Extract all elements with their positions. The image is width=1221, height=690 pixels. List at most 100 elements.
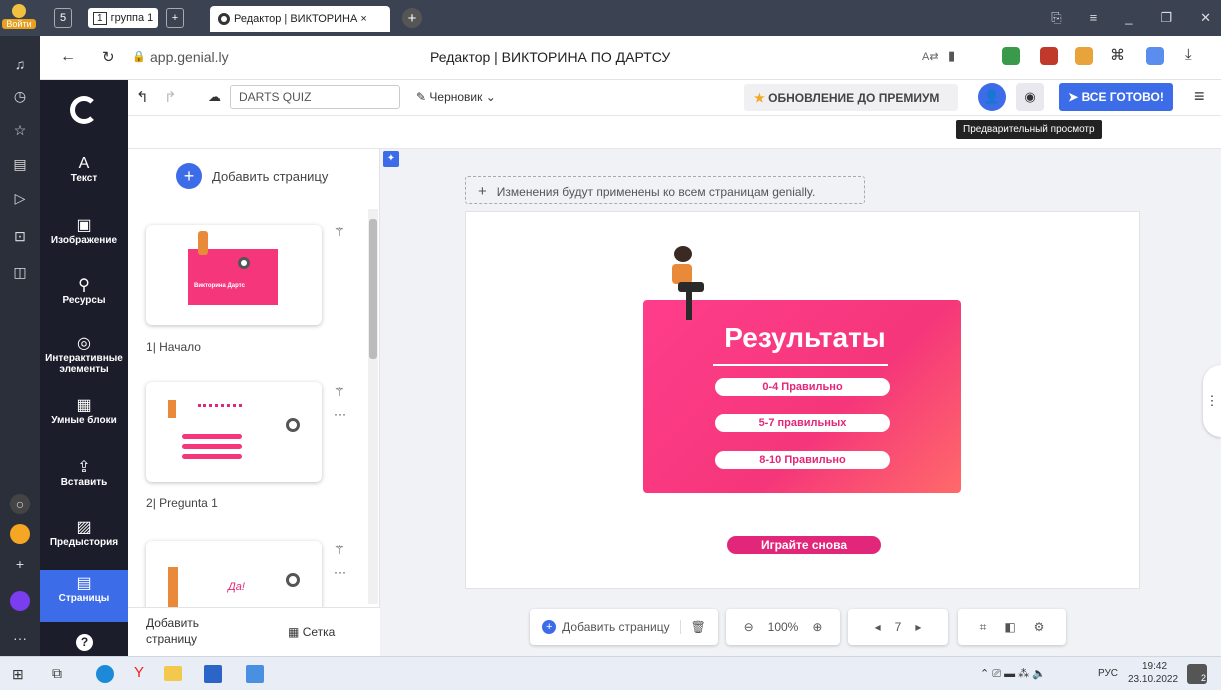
premium-button[interactable]: ★ ОБНОВЛЕНИЕ ДО ПРЕМИУМ <box>744 84 958 111</box>
windows-start-icon[interactable]: ⊞ <box>12 666 24 683</box>
draft-status-dropdown[interactable]: ✎ Черновик ⌄ <box>416 90 496 104</box>
nav-item-smart-blocks[interactable]: ▦ Умные блоки <box>40 398 128 427</box>
nav-item-interactive[interactable]: ◎ Интерактивные элементы <box>40 336 128 376</box>
global-changes-notice[interactable]: + Изменения будут применены ко всем стран… <box>465 176 865 204</box>
nav-item-text[interactable]: A Текст <box>40 156 128 185</box>
magic-wand-icon[interactable]: ⚚ <box>334 225 345 239</box>
side-panel-handle[interactable]: ⋮ <box>1203 365 1221 437</box>
task-view-icon[interactable]: ⧉ <box>52 665 62 682</box>
extension-1-icon[interactable] <box>1002 47 1020 65</box>
grid-view-button[interactable]: ▦ Сетка <box>288 625 335 639</box>
trash-icon[interactable]: 🗑 <box>679 620 706 634</box>
bookmark-icon[interactable]: ▮ <box>948 48 955 64</box>
minimize-icon[interactable]: _ <box>1125 10 1132 26</box>
add-collaborator-button[interactable]: 👤 <box>978 83 1006 111</box>
star-icon[interactable]: ☆ <box>10 120 30 140</box>
bottom-add-page-button[interactable]: Добавить страницу <box>146 615 226 647</box>
yandex-browser-icon[interactable]: Y <box>134 664 144 681</box>
person-character-icon[interactable] <box>664 246 710 326</box>
page-options-icon[interactable]: ··· <box>334 565 346 579</box>
results-title[interactable]: Результаты <box>700 322 910 354</box>
magic-wand-icon[interactable]: ⚚ <box>334 385 345 399</box>
extension-3-icon[interactable] <box>1075 47 1093 65</box>
file-explorer-icon[interactable] <box>164 666 182 681</box>
tab-manager-icon[interactable]: 5 <box>54 8 72 28</box>
pages-scrollbar[interactable] <box>368 209 378 604</box>
plus-circle-icon: + <box>176 163 202 189</box>
nav-item-resources[interactable]: ⚲ Ресурсы <box>40 278 128 307</box>
screenshot-icon[interactable]: ◫ <box>10 262 30 282</box>
page-thumbnail-1[interactable]: Викторина Дартс <box>146 225 322 325</box>
project-name-input[interactable]: DARTS QUIZ <box>230 85 400 109</box>
download-icon[interactable]: ⤓ <box>1185 46 1192 63</box>
result-pill-1[interactable]: 0-4 Правильно <box>715 378 890 396</box>
edge-icon[interactable] <box>96 665 114 683</box>
tabs-icon[interactable]: ⊡ <box>10 226 30 246</box>
colorful-app-icon[interactable] <box>10 524 30 544</box>
nav-item-insert[interactable]: ⇪ Вставить <box>40 460 128 489</box>
bookmarks-icon[interactable]: ⎘ <box>1051 10 1061 26</box>
maximize-icon[interactable]: ❐ <box>1160 10 1172 26</box>
tab-editor[interactable]: Редактор | ВИКТОРИНА × <box>210 6 390 32</box>
nav-item-background[interactable]: ▨ Предыстория <box>40 520 128 549</box>
split-view-icon[interactable]: ◧ <box>1004 620 1015 634</box>
add-app-icon[interactable]: + <box>10 554 30 574</box>
extension-2-icon[interactable] <box>1040 47 1058 65</box>
nav-item-pages[interactable]: ▤ Страницы <box>40 570 128 622</box>
main-menu-icon[interactable]: ≡ <box>1194 86 1205 107</box>
new-tab-button[interactable]: + <box>402 8 422 28</box>
next-page-icon[interactable]: ▸ <box>915 620 921 634</box>
page-options-icon[interactable]: ··· <box>334 407 346 421</box>
bell-icon[interactable]: ♫ <box>10 54 30 74</box>
undo-icon[interactable]: ↰ <box>136 88 149 106</box>
previous-page-icon[interactable]: ◂ <box>875 620 881 634</box>
more-apps-icon[interactable]: ··· <box>10 628 30 648</box>
back-icon[interactable]: ← <box>60 48 76 66</box>
reload-icon[interactable]: ↻ <box>102 48 115 66</box>
zoom-out-icon[interactable]: ⊖ <box>744 620 754 634</box>
all-ready-button[interactable]: ➤ ВСЕ ГОТОВО! <box>1059 83 1173 111</box>
page-number-display[interactable]: 7 <box>895 620 902 634</box>
tab-group-chip[interactable]: 1 группа 1 <box>88 8 159 28</box>
menu-icon[interactable]: ≡ <box>1090 10 1098 26</box>
pin-icon[interactable]: ✦ <box>383 151 399 167</box>
result-pill-2[interactable]: 5-7 правильных <box>715 414 890 432</box>
word-app-icon[interactable] <box>204 665 222 683</box>
page-thumbnail-2[interactable] <box>146 382 322 482</box>
fit-screen-icon[interactable]: ⌗ <box>980 620 987 635</box>
play-again-button[interactable]: Играйте снова <box>727 536 881 554</box>
history-icon[interactable]: ◷ <box>10 86 30 106</box>
photos-app-icon[interactable] <box>246 665 264 683</box>
redo-icon[interactable]: ↱ <box>164 88 177 106</box>
notes-icon[interactable]: ▤ <box>10 154 30 174</box>
extension-5-icon[interactable] <box>1146 47 1164 65</box>
extension-4-icon[interactable]: ⌘ <box>1110 46 1125 64</box>
zoom-in-icon[interactable]: ⊕ <box>812 620 822 634</box>
nav-item-image[interactable]: ▣ Изображение <box>40 218 128 247</box>
thumb-target-icon <box>238 257 250 269</box>
new-tab-group-icon[interactable]: + <box>166 8 184 28</box>
tray-icons[interactable]: ⌃ ⎚ ▬ ⁂ 🔈 <box>980 667 1046 681</box>
close-icon[interactable]: ✕ <box>1200 10 1211 26</box>
add-page-button[interactable]: + Добавить страницу <box>176 163 328 189</box>
preview-button[interactable]: ◉ <box>1016 83 1044 111</box>
url-text[interactable]: app.genial.ly <box>150 49 229 65</box>
page-label-2: 2| Pregunta 1 <box>146 496 218 510</box>
genially-logo-icon[interactable] <box>70 96 98 124</box>
help-icon[interactable]: ? <box>76 634 93 651</box>
notification-center-icon[interactable]: 2 <box>1187 664 1207 684</box>
add-page-label: Добавить страницу <box>562 620 670 634</box>
language-indicator[interactable]: РУС <box>1098 668 1118 679</box>
translate-icon[interactable]: A⇄ <box>922 50 939 63</box>
result-pill-3[interactable]: 8-10 Правильно <box>715 451 890 469</box>
play-icon[interactable]: ▷ <box>10 188 30 208</box>
add-page-bottom-button[interactable]: + Добавить страницу <box>542 620 670 634</box>
pages-scrollbar-thumb[interactable] <box>369 219 377 359</box>
clock-date[interactable]: 23.10.2022 <box>1128 674 1178 685</box>
login-button[interactable]: Войти <box>2 2 36 34</box>
clock-time[interactable]: 19:42 <box>1142 661 1167 672</box>
purple-app-icon[interactable] <box>10 591 30 611</box>
alice-icon[interactable]: ○ <box>10 494 30 514</box>
settings-icon[interactable]: ⚙ <box>1034 620 1045 634</box>
magic-wand-icon[interactable]: ⚚ <box>334 543 345 557</box>
